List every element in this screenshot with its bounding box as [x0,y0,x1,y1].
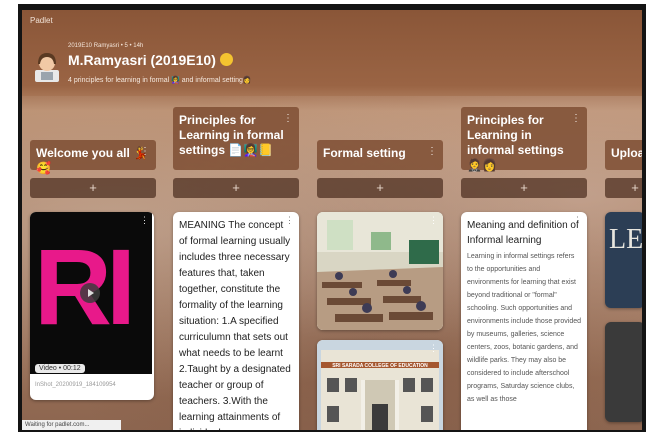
video-post-card[interactable]: RI ⋮ Video • 00:12 InShot_20200919_18410… [30,212,154,400]
padlet-logo[interactable]: Padlet [30,16,53,25]
column-header-welcome[interactable]: Welcome you all 💃🥰 ⋮ [30,140,156,175]
college-sign: SRI SARADA COLLEGE OF EDUCATION [332,363,428,369]
post-body: Learning in informal settings refers to … [467,253,582,403]
classroom-image-card[interactable]: ⋮ [317,212,443,330]
more-options-icon[interactable]: ⋮ [427,144,437,159]
more-options-icon[interactable]: ⋮ [571,111,581,126]
post-options-icon[interactable]: ⋮ [140,215,149,226]
video-thumbnail[interactable]: RI [30,212,152,374]
add-post-button[interactable]: + [461,178,587,198]
board-subtitle: 4 principles for learning in formal 👩‍🏫 … [68,77,252,84]
college-building-photo [317,340,443,430]
column-header-upload[interactable]: Uploa [605,140,642,170]
more-options-icon[interactable]: ⋮ [283,111,293,126]
video-filename: InShot_20200919_184109954 [35,382,116,388]
post-options-icon[interactable]: ⋮ [429,215,438,226]
smile-emoji-icon [219,53,233,66]
more-options-icon[interactable]: ⋮ [140,144,150,159]
post-options-icon[interactable]: ⋮ [285,215,294,226]
column-emoji: 🤵👩 [467,158,497,172]
avatar [35,53,59,82]
upload-thumbnail-text: LE [609,224,642,255]
post-options-icon[interactable]: ⋮ [429,343,438,354]
browser-status-bar: Waiting for padlet.com... [22,420,121,430]
board-title: M.Ramyasri (2019E10) [68,52,216,68]
column-title: Uploa [611,146,642,160]
college-image-card[interactable]: SRI SARADA COLLEGE OF EDUCATION ⋮ [317,340,443,430]
classroom-photo [317,212,443,330]
add-post-button[interactable]: + [173,178,299,198]
upload-post-card-2[interactable] [605,322,642,422]
page-title: M.Ramyasri (2019E10) [68,52,233,68]
column-header-formal-principles[interactable]: Principles for Learning in formal settin… [173,107,299,170]
post-text: MEANING The concept of formal learning u… [179,220,291,430]
upload-post-card[interactable]: LE [605,212,642,308]
informal-meaning-post-card[interactable]: ⋮ Meaning and definition of Informal lea… [461,212,587,430]
column-title: Principles for Learning in informal sett… [467,113,564,157]
add-post-button[interactable]: + [317,178,443,198]
formal-meaning-post-card[interactable]: ⋮ MEANING The concept of formal learning… [173,212,299,430]
column-title: Formal setting [323,146,406,160]
padlet-board: Padlet 2019E10 Ramyasri • 5 • 14h M.Ramy… [22,10,642,430]
column-header-informal-principles[interactable]: Principles for Learning in informal sett… [461,107,587,172]
post-options-icon[interactable]: ⋮ [573,215,582,226]
column-emoji: 📄👩‍🏫📒 [228,143,274,157]
column-title: Welcome you all [36,146,130,160]
post-title: Meaning and definition of Informal learn… [467,220,579,246]
board-meta: 2019E10 Ramyasri • 5 • 14h [68,43,144,49]
add-post-button[interactable]: + [605,178,642,198]
video-duration-badge: Video • 00:12 [35,364,85,373]
column-header-formal-setting[interactable]: Formal setting ⋮ [317,140,443,170]
screenshot-frame: Padlet 2019E10 Ramyasri • 5 • 14h M.Ramy… [18,4,646,432]
add-post-button[interactable]: + [30,178,156,198]
play-icon[interactable] [80,283,100,303]
